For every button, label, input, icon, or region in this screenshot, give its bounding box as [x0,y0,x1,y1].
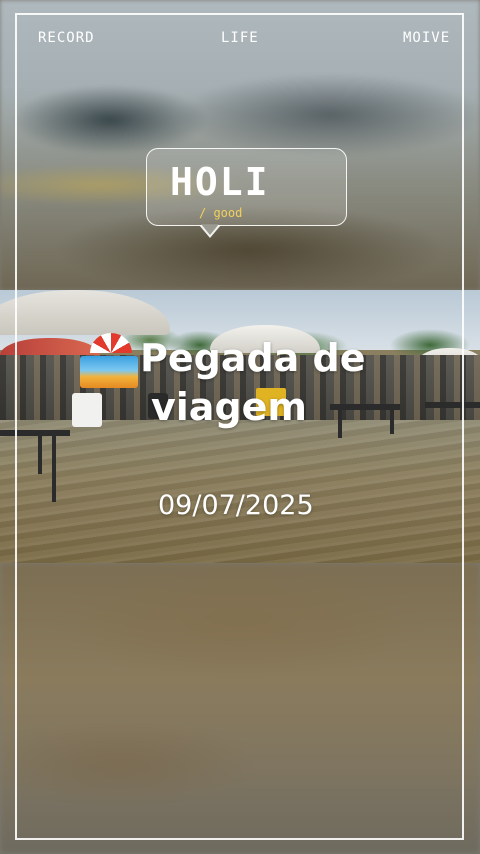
caption-line-1: Pegada de [140,336,366,380]
photo-table [425,402,480,408]
photo-beach-sticker [80,356,138,388]
header-record-label: RECORD [38,30,95,46]
photo-table-leg [38,436,42,474]
date-label: 09/07/2025 [158,490,314,521]
speech-bubble-tail-fill [201,224,219,235]
header-life-label: LIFE [221,30,259,46]
photo-table [0,430,70,436]
caption-line-2: viagem [151,385,308,429]
caption-text: Pegada de viagem [138,334,418,432]
photo-table-leg [52,436,56,502]
header-moive-label: MOIVE [403,30,451,46]
blurred-background-bottom [0,563,480,854]
photo-white-chair [72,393,102,427]
sticker-title: HOLI [170,160,270,204]
sticker-subtitle: / good [199,206,243,220]
